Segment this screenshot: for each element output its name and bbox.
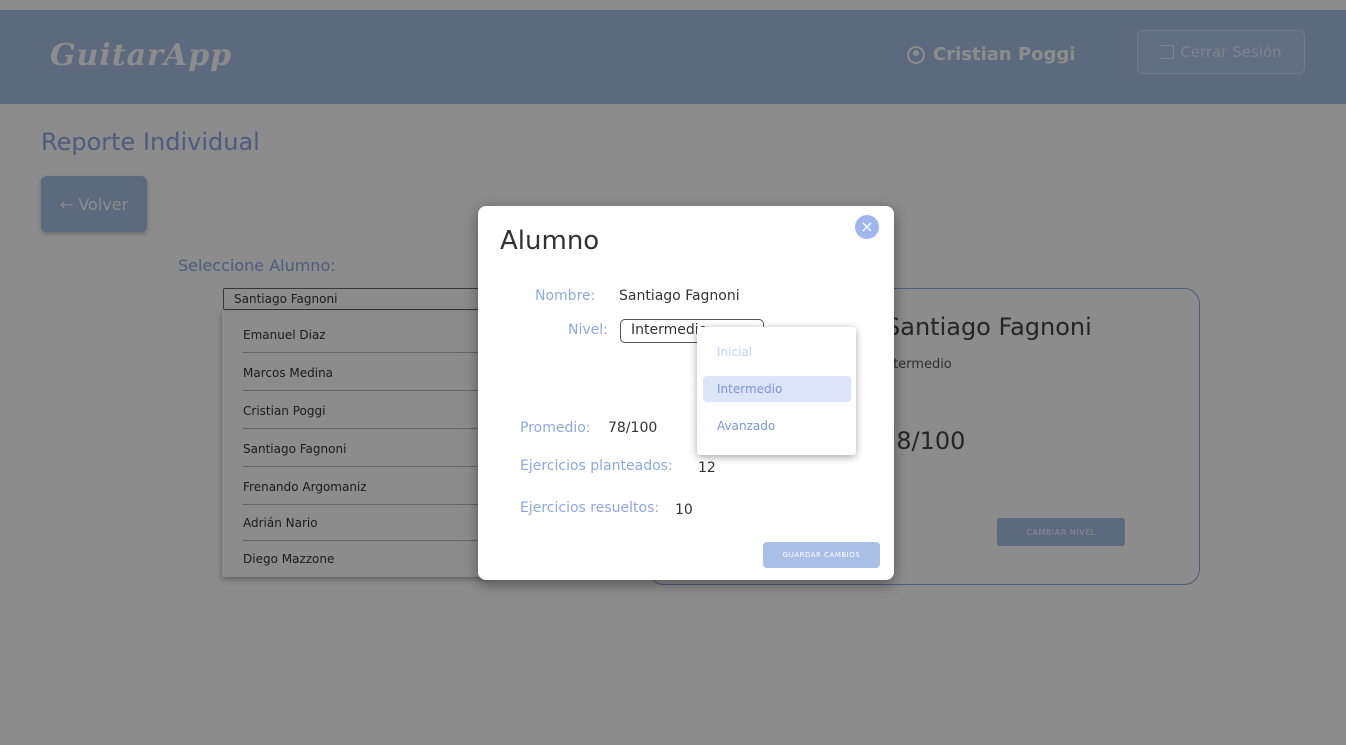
close-icon[interactable]: × (855, 215, 879, 239)
level-option-inicial: Inicial (717, 345, 753, 359)
average-value: 78/100 (608, 420, 658, 436)
planned-exercises-value: 12 (698, 460, 716, 476)
level-option-avanzado[interactable]: Avanzado (703, 413, 851, 439)
name-value: Santiago Fagnoni (619, 288, 740, 304)
level-dropdown: Inicial Intermedio Avanzado (697, 327, 856, 455)
average-label: Promedio: (520, 420, 591, 436)
solved-exercises-label: Ejercicios resueltos: (520, 500, 660, 516)
modal-title: Alumno (500, 226, 600, 256)
planned-exercises-label: Ejercicios planteados: (520, 458, 673, 474)
level-option-intermedio[interactable]: Intermedio (703, 376, 851, 402)
solved-exercises-value: 10 (675, 502, 693, 518)
name-label: Nombre: (535, 288, 596, 304)
save-changes-button[interactable]: GUARDAR CAMBIOS (763, 542, 880, 568)
level-label: Nivel: (568, 322, 608, 338)
page: GuitarApp Cristian Poggi Cerrar Sesión R… (0, 0, 1346, 745)
